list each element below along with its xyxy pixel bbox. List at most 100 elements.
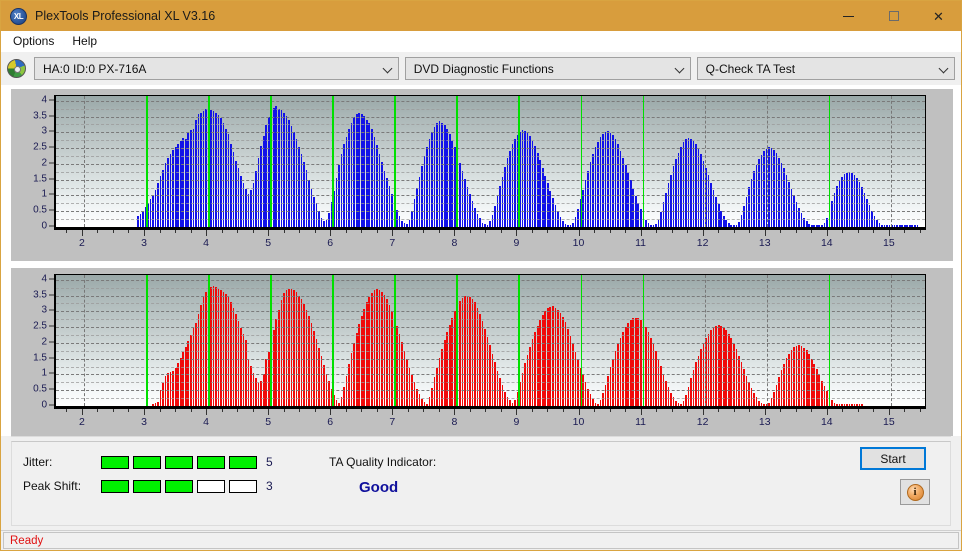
chart-bar <box>446 129 449 227</box>
x-axis-minor-tick <box>671 409 673 412</box>
chart-bar <box>873 215 876 227</box>
x-axis-minor-tick <box>237 409 239 412</box>
chart-bar <box>205 108 207 227</box>
x-axis-minor-tick <box>97 409 99 412</box>
x-axis-tick-label: 4 <box>203 416 209 428</box>
chart-bar <box>831 201 833 227</box>
x-axis-tick-label: 9 <box>513 237 520 249</box>
chart-bar <box>257 157 260 227</box>
chart-bar <box>554 307 557 406</box>
chart-bar <box>232 307 235 406</box>
x-axis-tick <box>702 409 704 415</box>
menu-item-help[interactable]: Help <box>67 32 106 50</box>
y-axis-tick-label: 2.5 <box>33 320 47 332</box>
gridline-horizontal <box>56 100 925 102</box>
chart-bar <box>546 183 549 227</box>
x-axis-tick <box>640 409 642 415</box>
x-axis-minor-tick <box>842 230 844 233</box>
chart-bar <box>657 220 660 227</box>
x-axis-minor-tick <box>873 409 875 412</box>
x-axis-minor-tick <box>423 409 425 412</box>
chart-bar <box>177 363 180 406</box>
chart-bar <box>775 384 778 406</box>
chart-bar <box>629 320 632 406</box>
meter-segment <box>165 479 193 493</box>
x-axis-tick-label: 4 <box>203 237 209 249</box>
chart-bar <box>529 346 531 406</box>
chart-bar <box>200 112 202 227</box>
green-marker-line <box>394 275 396 406</box>
menu-item-options[interactable]: Options <box>8 32 63 50</box>
chart-bar <box>589 394 592 406</box>
x-axis-tick-label: 15 <box>883 237 895 249</box>
green-marker-line <box>332 275 334 406</box>
chart-bar <box>506 158 509 227</box>
x-axis-tick <box>764 230 766 236</box>
drive-select[interactable]: HA:0 ID:0 PX-716A <box>34 57 399 80</box>
test-select-value: Q-Check TA Test <box>705 61 796 76</box>
x-axis-tick <box>454 409 456 415</box>
chart-bar <box>451 141 454 227</box>
x-axis-minor-tick <box>811 230 813 233</box>
chart-bar <box>725 330 728 406</box>
y-axis-tick-label: 2 <box>41 336 47 348</box>
chart-bar <box>371 129 373 227</box>
x-axis-tick-label: 10 <box>572 237 585 249</box>
app-logo-icon: XL <box>10 7 27 25</box>
chart-bar <box>645 220 647 227</box>
meter-segment <box>133 479 161 493</box>
chart-bar <box>476 213 479 227</box>
chart-bar <box>501 385 504 406</box>
green-marker-line <box>642 275 645 406</box>
function-select[interactable]: DVD Diagnostic Functions <box>404 57 691 80</box>
green-marker-line <box>518 275 521 406</box>
gridline-horizontal <box>56 295 925 297</box>
gridline-vertical <box>83 275 85 406</box>
green-marker-line <box>580 96 583 227</box>
green-marker-line <box>332 96 334 227</box>
chart-bar <box>257 382 260 406</box>
gridline-horizontal <box>56 132 925 134</box>
meter-segment <box>165 455 193 469</box>
gridline-horizontal-minor <box>56 319 925 321</box>
chart-bar <box>662 202 665 227</box>
y-axis-tick-label: 4 <box>41 273 47 285</box>
start-button[interactable]: Start <box>860 447 926 470</box>
results-panel: Jitter: 5 Peak Shift: 3 TA Quality Indic… <box>11 436 951 530</box>
gridline-horizontal-minor <box>56 334 925 336</box>
chart-bar <box>710 330 712 406</box>
chart-bar <box>722 215 725 227</box>
x-axis-tick <box>268 409 270 415</box>
chart-bar <box>868 204 871 227</box>
gridline-horizontal-minor <box>56 350 925 352</box>
close-button[interactable]: ✕ <box>916 1 961 31</box>
chart-bar <box>451 317 454 406</box>
chart-bar <box>210 109 212 227</box>
x-axis-minor-tick <box>733 409 735 412</box>
chart-bar <box>740 215 743 227</box>
chart-bar <box>531 140 534 227</box>
x-axis-minor-tick <box>423 230 425 233</box>
peak-shift-segment-meter <box>101 479 257 493</box>
chart-bar <box>770 398 773 406</box>
test-select[interactable]: Q-Check TA Test <box>696 57 955 80</box>
chart-bar <box>695 362 697 406</box>
chart-bar <box>524 363 526 406</box>
maximize-button[interactable] <box>871 1 916 31</box>
meter-segment <box>197 479 225 493</box>
gridline-horizontal-minor <box>56 124 925 126</box>
meter-segment <box>229 479 257 493</box>
x-axis-minor-tick <box>500 409 502 412</box>
x-axis-minor-tick <box>547 230 549 233</box>
chart-bar <box>725 220 728 227</box>
x-axis-minor-tick <box>485 409 487 412</box>
chart-bar <box>210 286 212 406</box>
info-button[interactable]: i <box>900 479 930 505</box>
chart-bar <box>184 139 187 227</box>
x-axis-minor-tick <box>128 230 130 233</box>
minimize-button[interactable] <box>826 1 871 31</box>
chart-bar <box>569 335 572 406</box>
gridline-horizontal <box>56 358 925 360</box>
chart-bar <box>685 394 687 406</box>
x-axis-minor-tick <box>718 409 720 412</box>
